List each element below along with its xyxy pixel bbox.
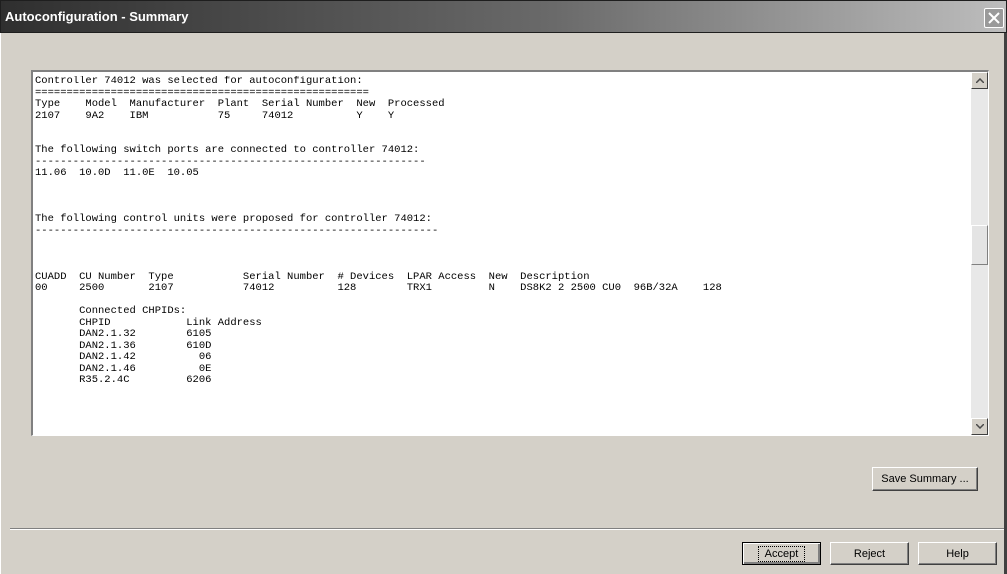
save-summary-label: Save Summary ... xyxy=(881,473,969,485)
help-label: Help xyxy=(946,547,969,560)
autoconfiguration-summary-dialog: Autoconfiguration - Summary Controller 7… xyxy=(0,0,1007,574)
summary-line xyxy=(35,260,971,272)
separator xyxy=(10,528,1004,530)
title-bar: Autoconfiguration - Summary xyxy=(0,0,1007,33)
close-icon xyxy=(988,12,1000,24)
reject-button[interactable]: Reject xyxy=(830,542,909,565)
summary-line: 11.06 10.0D 11.0E 10.05 xyxy=(35,167,199,179)
summary-line xyxy=(35,122,971,134)
summary-line: R35.2.4C 6206 xyxy=(35,374,212,386)
summary-line: Connected CHPIDs: xyxy=(35,305,187,317)
summary-line: Type Model Manufacturer Plant Serial Num… xyxy=(35,98,445,110)
summary-line: ----------------------------------------… xyxy=(35,224,439,237)
window-title: Autoconfiguration - Summary xyxy=(5,9,189,24)
close-button[interactable] xyxy=(984,8,1004,28)
accept-button[interactable]: Accept xyxy=(742,542,821,565)
arrow-down-icon xyxy=(976,424,984,429)
vertical-scrollbar[interactable] xyxy=(971,72,988,435)
save-summary-button[interactable]: Save Summary ... xyxy=(872,467,978,491)
arrow-up-icon xyxy=(976,78,984,83)
summary-line: 2107 9A2 IBM 75 74012 Y Y xyxy=(35,109,395,122)
summary-line xyxy=(35,191,971,203)
summary-line: DAN2.1.32 6105 xyxy=(35,328,212,340)
summary-line: Controller 74012 was selected for autoco… xyxy=(35,76,363,87)
summary-line xyxy=(35,249,971,261)
accept-label: Accept xyxy=(757,545,806,562)
summary-line: The following control units were propose… xyxy=(35,213,432,225)
summary-text: Controller 74012 was selected for autoco… xyxy=(35,76,971,434)
summary-line xyxy=(35,180,971,192)
help-button[interactable]: Help xyxy=(918,542,997,565)
scroll-down-button[interactable] xyxy=(971,418,988,435)
summary-line: The following switch ports are connected… xyxy=(35,144,420,156)
scroll-up-button[interactable] xyxy=(971,72,988,89)
summary-line: DAN2.1.42 06 xyxy=(35,351,212,363)
scrollbar-thumb[interactable] xyxy=(971,225,988,265)
summary-text-area[interactable]: Controller 74012 was selected for autoco… xyxy=(31,70,989,436)
window-frame-left xyxy=(0,33,10,574)
summary-line: 00 2500 2107 74012 128 TRX1 N DS8K2 2 25… xyxy=(35,282,722,294)
reject-label: Reject xyxy=(853,547,886,560)
summary-line xyxy=(35,237,971,249)
